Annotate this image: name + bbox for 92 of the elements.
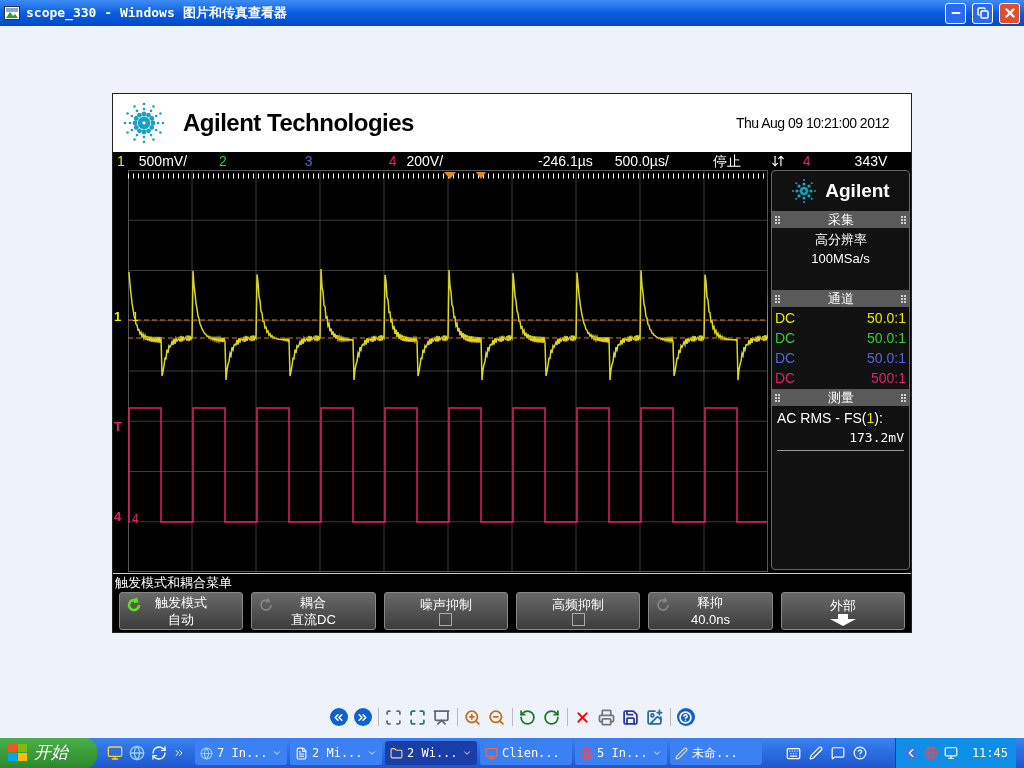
grip-icon [901, 393, 906, 402]
slideshow-icon[interactable] [432, 708, 451, 726]
checkbox[interactable] [439, 613, 453, 626]
status-text: 200V/ [406, 153, 444, 169]
restore-icon [976, 7, 989, 19]
taskbar-button[interactable]: 未命... [670, 741, 762, 765]
marker-label: 4 [114, 510, 122, 524]
status-text: 2 [219, 153, 227, 169]
app-icon [485, 746, 498, 760]
marker-label: T [114, 420, 122, 434]
coupling-text: DC [775, 308, 796, 328]
probe-ratio: 50.0:1 [867, 328, 906, 348]
edit-image-icon[interactable] [645, 708, 664, 726]
help-icon[interactable] [676, 708, 695, 726]
taskbar-button[interactable]: Clien... [480, 741, 572, 765]
measurement-value: 173.2mV [849, 429, 904, 447]
browser-icon [200, 746, 213, 760]
pen-icon[interactable] [808, 746, 823, 760]
grip-icon [775, 215, 780, 224]
grip-icon [901, 215, 906, 224]
taskbar-button[interactable]: 7 In... [195, 741, 287, 765]
status-text: 500mV/ [138, 153, 188, 169]
probe-ratio: 500:1 [870, 368, 906, 388]
zoom-out-icon[interactable] [487, 708, 506, 726]
windows-logo-icon [8, 744, 28, 762]
menu-title: 触发模式和耦合菜单 [115, 573, 232, 592]
brand-name: Agilent [825, 178, 890, 203]
starburst-logo-icon [791, 178, 818, 204]
clock: 11:45 [971, 745, 1008, 762]
window-title: scope_330 - Windows 图片和传真查看器 [26, 4, 288, 23]
grip-icon [901, 294, 906, 303]
zoom-in-icon[interactable] [463, 708, 482, 726]
taskbar-button[interactable]: 5 In... [575, 741, 667, 765]
start-button[interactable]: 开始 [0, 738, 97, 768]
restore-button[interactable] [972, 2, 993, 24]
rotate-left-icon[interactable] [518, 708, 537, 726]
rotate-right-icon[interactable] [542, 708, 561, 726]
probe-ratio: 50.0:1 [867, 348, 906, 368]
brand-name: Agilent Technologies [183, 108, 415, 138]
status-text: 1 [117, 153, 125, 169]
coupling-text: DC [775, 328, 796, 348]
status-text: 4 [388, 153, 397, 169]
status-text: 停止 [712, 153, 741, 169]
checkbox[interactable] [571, 613, 585, 626]
grip-icon [775, 393, 780, 402]
softkey-button[interactable]: 高频抑制 [516, 592, 641, 630]
close-button[interactable] [999, 2, 1020, 24]
coupling-text: DC [775, 348, 796, 368]
help-icon[interactable] [852, 746, 867, 760]
status-text: 3 [304, 153, 313, 169]
fit-icon[interactable] [384, 708, 403, 726]
softkey-button[interactable]: 耦合 直流DC [251, 592, 376, 630]
save-icon[interactable] [621, 708, 640, 726]
printer-icon[interactable] [597, 708, 616, 726]
actual-size-icon[interactable] [408, 708, 427, 726]
taskbar-button[interactable]: 2 Mi... [290, 741, 382, 765]
expand-tray-icon[interactable] [903, 746, 918, 760]
softkey-button[interactable]: 外部 [780, 592, 905, 630]
sample-rate: 100MSa/s [811, 250, 870, 268]
minimize-button[interactable] [945, 2, 966, 24]
section-title: 测量 [827, 388, 854, 407]
section-title: 通道 [827, 289, 854, 308]
date-time: Thu Aug 09 10:21:00 2012 [735, 113, 890, 133]
probe-ratio: 50.0:1 [867, 308, 906, 328]
taskbar-button[interactable]: 2 Wi... [385, 741, 477, 765]
trigger-edge-icon [770, 154, 785, 168]
down-arrow-icon [829, 613, 856, 626]
skip-back-icon[interactable] [329, 708, 348, 726]
chat-icon[interactable] [830, 746, 845, 760]
section-title: 采集 [827, 210, 854, 229]
measurement-label: AC RMS - FS(1): [777, 409, 884, 428]
more-icon[interactable] [173, 747, 185, 759]
trace-label: 4 [132, 513, 139, 525]
status-text: 343V [854, 153, 888, 169]
browser-icon[interactable] [129, 745, 145, 761]
status-text: 4 [802, 153, 811, 169]
status-text: -246.1µs [538, 153, 593, 169]
softkey-button[interactable]: 释抑 40.0ns [648, 592, 773, 630]
document-icon [295, 746, 308, 760]
folder-icon [390, 746, 403, 760]
acquisition-mode: 高分辨率 [814, 231, 867, 249]
skip-forward-icon[interactable] [353, 708, 372, 726]
softkey-button[interactable]: 触发模式 自动 [119, 592, 244, 630]
grip-icon [775, 294, 780, 303]
coupling-text: DC [775, 368, 796, 388]
softkey-button[interactable]: 噪声抑制 [383, 592, 508, 630]
marker-label: 1 [114, 310, 122, 324]
status-text: 500.0µs/ [614, 153, 669, 169]
picture-icon [4, 6, 20, 20]
close-icon [1002, 6, 1017, 20]
trace-label: 1 [132, 311, 139, 323]
keyboard-icon[interactable] [785, 745, 801, 761]
